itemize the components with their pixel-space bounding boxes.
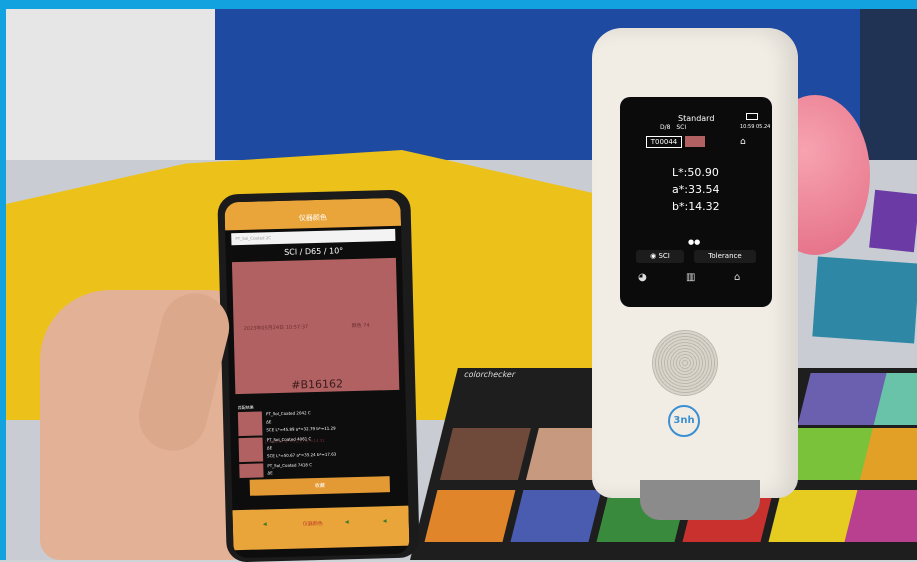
checker-patch <box>510 490 602 542</box>
match-name: PT_Sol_Coated 2042 C <box>265 410 311 417</box>
measure-count: 颜色 74 <box>351 322 370 330</box>
match-section-title: 匹配结果 <box>237 404 254 411</box>
monitor-edge <box>860 9 917 169</box>
device-b-value: b*:14.32 <box>672 200 720 213</box>
device-time: 10:59 05.24 <box>740 124 771 130</box>
device-color-swatch <box>685 136 705 147</box>
match-swatch <box>238 437 264 463</box>
measure-mode: SCI / D65 / 10° <box>284 246 344 257</box>
match-detail: SCE L*=50.67 a*=35.24 b*=17.63 <box>266 451 337 459</box>
frame-border <box>0 0 917 9</box>
frame-border <box>0 0 6 560</box>
device-title: Standard <box>678 114 715 123</box>
checker-patch <box>844 490 917 542</box>
palette-icon[interactable]: ◕ <box>638 272 647 283</box>
checker-label: colorchecker <box>463 370 517 379</box>
purple-color-card <box>869 189 917 253</box>
measure-time: 2023年05月24日 10:57:37 <box>243 324 309 332</box>
home-icon[interactable]: ⌂ <box>734 272 740 283</box>
measured-color-swatch: 2023年05月24日 10:57:37 颜色 74 #B16162 L*=50… <box>231 257 400 444</box>
teal-color-card <box>812 256 917 344</box>
device-sample-id: T00044 <box>646 136 682 148</box>
camera-icon[interactable]: ⌂ <box>740 137 746 147</box>
device-sci-button[interactable]: ◉ SCI <box>636 250 684 263</box>
list-item[interactable]: PT_Sol_Coated 4061 C ΔE SCE L*=50.67 a*=… <box>238 434 400 463</box>
trash-icon[interactable]: ▥ <box>686 272 695 283</box>
list-item[interactable]: PT_Sol_Coated 7418 C ΔE <box>239 460 399 479</box>
device-l-value: L*:50.90 <box>672 166 719 179</box>
device-tolerance-button[interactable]: Tolerance <box>694 250 756 263</box>
background-wall <box>6 9 236 179</box>
match-name: PT_Sol_Coated 7418 C <box>267 462 313 469</box>
device-mode: D/8 SCI <box>660 124 687 131</box>
match-name: PT_Sol_Coated 4061 C <box>266 436 312 443</box>
save-button[interactable]: 收藏 <box>249 476 391 496</box>
library-dropdown[interactable]: PT_Sol_Coated 2C <box>231 228 396 246</box>
list-item[interactable]: PT_Sol_Coated 2042 C ΔE SCE L*=45.89 a*=… <box>237 408 399 437</box>
color-hex: #B16162 <box>291 377 344 392</box>
match-swatch <box>237 411 263 437</box>
battery-icon <box>746 113 758 120</box>
speaker-grille <box>652 330 718 396</box>
device-a-value: a*:33.54 <box>672 183 720 196</box>
nav-item[interactable]: ◀ <box>263 521 267 527</box>
brand-logo: 3nh <box>668 405 700 437</box>
nav-item[interactable]: ◀ <box>383 518 387 524</box>
page-dots: ●● <box>688 238 701 246</box>
colorimeter-aperture <box>640 480 760 520</box>
match-swatch <box>239 463 264 479</box>
match-delta: ΔE <box>266 419 272 425</box>
checker-patch <box>424 490 516 542</box>
nav-item-instrument[interactable]: 仪器颜色 <box>303 520 323 528</box>
phone-screen: 仪器颜色 PT_Sol_Coated 2C SCI / D65 / 10° 20… <box>224 197 410 559</box>
match-detail: SCE L*=45.89 a*=32.79 b*=11.29 <box>266 425 336 433</box>
match-delta: ΔE <box>266 445 273 451</box>
match-delta: ΔE <box>267 470 273 476</box>
checker-patch <box>439 428 531 480</box>
bottom-nav: ◀ 仪器颜色 ◀ ◀ <box>232 505 410 551</box>
nav-item[interactable]: ◀ <box>345 519 349 525</box>
